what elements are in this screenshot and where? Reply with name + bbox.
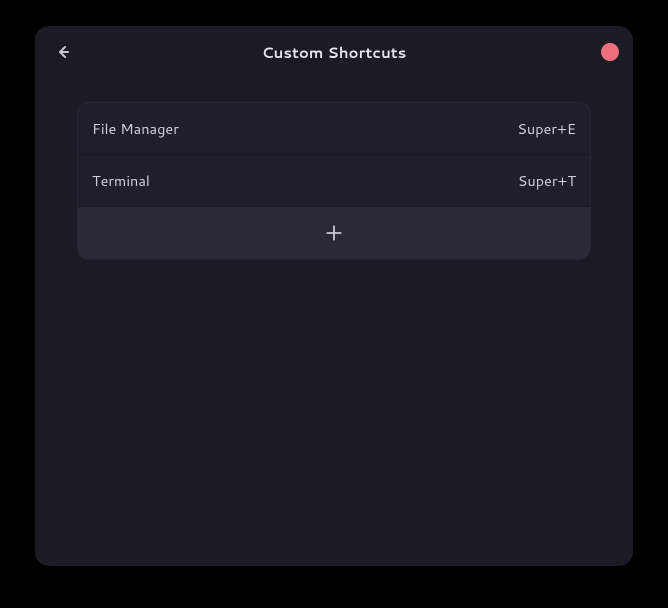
back-button[interactable] [49,38,77,66]
headerbar: Custom Shortcuts [35,26,633,78]
content-area: File Manager Super+E Terminal Super+T [35,78,633,284]
page-title: Custom Shortcuts [101,42,567,63]
shortcut-binding: Super+T [518,170,576,191]
shortcut-binding: Super+E [517,118,576,139]
shortcut-label: File Manager [92,118,179,139]
plus-icon [325,224,343,242]
settings-window: Custom Shortcuts File Manager Super+E Te… [35,26,633,566]
close-button[interactable] [601,43,619,61]
arrow-left-icon [55,44,71,60]
shortcut-row[interactable]: Terminal Super+T [78,155,590,207]
shortcuts-list: File Manager Super+E Terminal Super+T [77,102,591,260]
add-shortcut-button[interactable] [78,207,590,259]
shortcut-row[interactable]: File Manager Super+E [78,103,590,155]
shortcut-label: Terminal [92,170,150,191]
